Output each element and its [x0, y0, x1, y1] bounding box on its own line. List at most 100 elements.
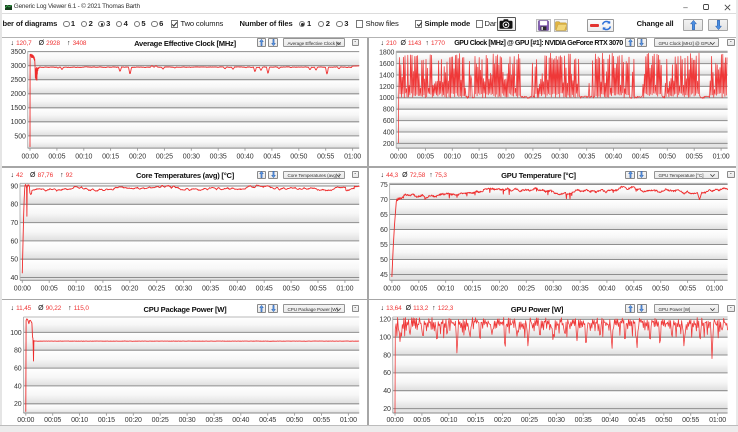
- svg-text:00:05: 00:05: [413, 417, 430, 424]
- svg-text:80: 80: [14, 348, 22, 355]
- svg-text:20: 20: [14, 401, 22, 408]
- svg-text:00:45: 00:45: [256, 285, 273, 292]
- svg-text:00:05: 00:05: [44, 417, 61, 424]
- svg-text:60: 60: [14, 366, 22, 373]
- svg-text:00:15: 00:15: [98, 417, 115, 424]
- svg-text:00:15: 00:15: [94, 285, 111, 292]
- svg-text:00:30: 00:30: [551, 153, 568, 160]
- svg-text:00:20: 00:20: [494, 417, 511, 424]
- svg-text:00:55: 00:55: [679, 285, 696, 292]
- svg-text:01:00: 01:00: [336, 285, 353, 292]
- svg-text:01:00: 01:00: [340, 417, 357, 424]
- svg-text:00:05: 00:05: [41, 285, 58, 292]
- svg-text:70: 70: [11, 220, 19, 227]
- svg-text:00:05: 00:05: [417, 153, 434, 160]
- svg-text:00:10: 00:10: [75, 153, 92, 160]
- svg-text:00:45: 00:45: [259, 417, 276, 424]
- svg-text:00:40: 00:40: [236, 153, 253, 160]
- svg-text:00:45: 00:45: [632, 153, 649, 160]
- svg-text:50: 50: [11, 257, 19, 264]
- svg-text:00:15: 00:15: [102, 153, 119, 160]
- svg-text:00:55: 00:55: [317, 153, 334, 160]
- svg-text:3000: 3000: [11, 63, 26, 70]
- svg-text:45: 45: [380, 272, 388, 279]
- svg-text:00:10: 00:10: [68, 285, 85, 292]
- svg-text:00:00: 00:00: [14, 285, 31, 292]
- svg-text:00:00: 00:00: [383, 285, 400, 292]
- svg-text:400: 400: [383, 129, 395, 136]
- svg-text:01:00: 01:00: [706, 285, 723, 292]
- svg-text:00:25: 00:25: [518, 285, 535, 292]
- svg-text:00:40: 00:40: [605, 153, 622, 160]
- svg-text:01:00: 01:00: [713, 153, 730, 160]
- svg-text:1500: 1500: [11, 105, 26, 112]
- svg-text:00:10: 00:10: [444, 153, 461, 160]
- svg-text:00:45: 00:45: [628, 417, 645, 424]
- svg-text:90: 90: [11, 183, 19, 190]
- svg-text:40: 40: [14, 383, 22, 390]
- svg-text:20: 20: [383, 406, 391, 413]
- svg-text:00:40: 00:40: [601, 417, 618, 424]
- svg-text:1400: 1400: [379, 72, 394, 79]
- svg-text:40: 40: [383, 388, 391, 395]
- svg-text:00:20: 00:20: [125, 417, 142, 424]
- svg-text:00:50: 00:50: [659, 153, 676, 160]
- svg-text:01:00: 01:00: [709, 417, 726, 424]
- svg-text:00:00: 00:00: [17, 417, 34, 424]
- svg-text:00:40: 00:40: [229, 285, 246, 292]
- svg-text:00:25: 00:25: [148, 285, 165, 292]
- svg-text:1600: 1600: [379, 61, 394, 68]
- svg-text:00:05: 00:05: [410, 285, 427, 292]
- svg-text:01:00: 01:00: [344, 153, 361, 160]
- svg-text:800: 800: [383, 107, 395, 114]
- svg-text:00:20: 00:20: [497, 153, 514, 160]
- svg-text:00:45: 00:45: [625, 285, 642, 292]
- svg-text:00:20: 00:20: [491, 285, 508, 292]
- svg-text:55: 55: [380, 242, 388, 249]
- svg-text:00:30: 00:30: [175, 285, 192, 292]
- svg-text:60: 60: [11, 238, 19, 245]
- svg-text:00:35: 00:35: [210, 153, 227, 160]
- svg-text:00:55: 00:55: [682, 417, 699, 424]
- svg-text:50: 50: [380, 257, 388, 264]
- svg-text:00:35: 00:35: [202, 285, 219, 292]
- svg-text:00:05: 00:05: [48, 153, 65, 160]
- svg-text:1000: 1000: [11, 119, 26, 126]
- svg-text:00:10: 00:10: [440, 417, 457, 424]
- svg-text:00:15: 00:15: [471, 153, 488, 160]
- svg-text:00:50: 00:50: [283, 285, 300, 292]
- svg-text:00:10: 00:10: [437, 285, 454, 292]
- svg-text:00:20: 00:20: [121, 285, 138, 292]
- svg-text:600: 600: [383, 118, 395, 125]
- svg-text:00:25: 00:25: [156, 153, 173, 160]
- svg-text:00:35: 00:35: [578, 153, 595, 160]
- svg-text:00:25: 00:25: [521, 417, 538, 424]
- svg-text:00:00: 00:00: [390, 153, 407, 160]
- svg-text:00:40: 00:40: [598, 285, 615, 292]
- svg-text:00:50: 00:50: [286, 417, 303, 424]
- svg-text:500: 500: [14, 133, 26, 140]
- svg-text:00:50: 00:50: [655, 417, 672, 424]
- svg-text:00:15: 00:15: [464, 285, 481, 292]
- svg-text:00:30: 00:30: [179, 417, 196, 424]
- svg-text:00:00: 00:00: [386, 417, 403, 424]
- svg-text:2000: 2000: [11, 91, 26, 98]
- svg-text:200: 200: [383, 141, 395, 148]
- svg-text:3500: 3500: [11, 49, 26, 56]
- svg-text:70: 70: [380, 197, 388, 204]
- svg-text:00:30: 00:30: [183, 153, 200, 160]
- svg-text:80: 80: [383, 352, 391, 359]
- svg-text:00:55: 00:55: [686, 153, 703, 160]
- svg-text:00:35: 00:35: [205, 417, 222, 424]
- svg-text:00:15: 00:15: [467, 417, 484, 424]
- svg-text:2500: 2500: [11, 77, 26, 84]
- svg-text:00:20: 00:20: [129, 153, 146, 160]
- svg-text:100: 100: [10, 330, 22, 337]
- svg-text:00:50: 00:50: [652, 285, 669, 292]
- svg-text:1200: 1200: [379, 84, 394, 91]
- svg-text:00:30: 00:30: [545, 285, 562, 292]
- svg-text:1000: 1000: [379, 95, 394, 102]
- svg-text:00:25: 00:25: [152, 417, 169, 424]
- svg-text:00:25: 00:25: [524, 153, 541, 160]
- svg-text:120: 120: [379, 317, 391, 324]
